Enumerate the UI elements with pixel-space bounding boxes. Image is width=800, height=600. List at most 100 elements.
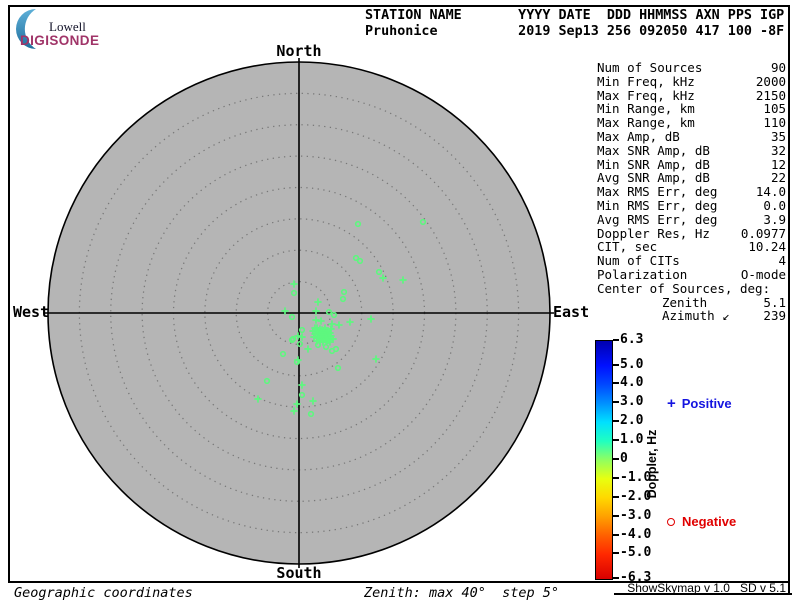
colorbar-tick — [613, 577, 619, 579]
stat-row: Num of Sources 90 — [597, 61, 786, 75]
stat-value: O-mode — [741, 268, 786, 282]
colorbar-tick-label: 0 — [620, 452, 628, 466]
stat-value: 12 — [771, 158, 786, 172]
stat-label: Min Freq, kHz — [597, 75, 695, 89]
stat-label: Max Range, km — [597, 116, 695, 130]
skymap-plot — [41, 55, 557, 571]
stat-row: Max Amp, dB 35 — [597, 130, 786, 144]
colorbar-tick — [613, 364, 619, 366]
colorbar-tick-label: 5.0 — [620, 358, 643, 372]
stat-row: Max SNR Amp, dB 32 — [597, 144, 786, 158]
stat-value: 0.0 — [763, 199, 786, 213]
compass-north-label: North — [276, 42, 321, 60]
doppler-colorbar — [595, 340, 613, 580]
stat-value: 4 — [778, 254, 786, 268]
logo-digisonde-text: DIGISONDE — [20, 33, 99, 48]
stat-label: Num of Sources — [597, 61, 702, 75]
colorbar-tick — [613, 496, 619, 498]
stat-row: Min RMS Err, deg 0.0 — [597, 199, 786, 213]
plus-symbol-icon: + — [667, 395, 676, 412]
stat-label: Min RMS Err, deg — [597, 199, 717, 213]
stat-value: 90 — [771, 61, 786, 75]
colorbar-tick — [613, 420, 619, 422]
stat-label: Max Freq, kHz — [597, 89, 695, 103]
stat-value: 105 — [763, 102, 786, 116]
stat-label: Azimuth ↙ — [597, 309, 730, 323]
colorbar-tick-label: 4.0 — [620, 376, 643, 390]
compass-south-label: South — [276, 564, 321, 582]
colorbar-tick-label: 2.0 — [620, 414, 643, 428]
stat-label: Avg RMS Err, deg — [597, 213, 717, 227]
stat-label: Max SNR Amp, dB — [597, 144, 710, 158]
colorbar-tick — [613, 401, 619, 403]
stat-row: Avg RMS Err, deg 3.9 — [597, 213, 786, 227]
compass-east-label: East — [553, 303, 589, 321]
stat-row: Azimuth ↙ 239 — [597, 309, 786, 323]
colorbar-tick — [613, 515, 619, 517]
stat-row: Min SNR Amp, dB12 — [597, 158, 786, 172]
circle-symbol-icon — [667, 518, 675, 526]
stat-label: Max Amp, dB — [597, 130, 680, 144]
stat-label: Polarization — [597, 268, 687, 282]
colorbar-tick-label: -4.0 — [620, 528, 651, 542]
colorbar-tick — [613, 382, 619, 384]
colorbar-tick — [613, 339, 619, 341]
header-values-row: Pruhonice 2019 Sep13 256 092050 417 100 … — [365, 24, 784, 40]
stat-value: 0.0977 — [741, 227, 786, 241]
stat-row: Zenith 5.1 — [597, 296, 786, 310]
stat-row: Polarization O-mode — [597, 268, 786, 282]
legend-positive: + Positive — [667, 395, 732, 412]
stat-value: 2000 — [756, 75, 786, 89]
stat-row: Max Freq, kHz 2150 — [597, 89, 786, 103]
zenith-scale-note: Zenith: max 40° step 5° — [364, 585, 559, 600]
stat-label: CIT, sec — [597, 240, 657, 254]
footer-right-edge — [788, 583, 790, 595]
stat-value: 22 — [771, 171, 786, 185]
stat-value: 10.24 — [748, 240, 786, 254]
stat-value: 3.9 — [763, 213, 786, 227]
stat-row: Max Range, km 110 — [597, 116, 786, 130]
stat-value: 239 — [763, 309, 786, 323]
stat-value: 2150 — [756, 89, 786, 103]
measurement-stats-panel: Num of Sources90Min Freq, kHz2000Max Fre… — [597, 61, 786, 323]
stat-row: Avg SNR Amp, dB 22 — [597, 171, 786, 185]
legend-positive-label: Positive — [682, 396, 732, 411]
stat-label: Doppler Res, Hz — [597, 227, 710, 241]
stat-row: Min Freq, kHz 2000 — [597, 75, 786, 89]
showskymap-window: Lowell DIGISONDE STATION NAME YYYY DATE … — [0, 0, 800, 600]
colorbar-tick-label: 3.0 — [620, 395, 643, 409]
colorbar-tick — [613, 439, 619, 441]
lowell-digisonde-logo: Lowell DIGISONDE — [10, 7, 120, 49]
colorbar-tick-label: -3.0 — [620, 509, 651, 523]
stat-label: Center of Sources, deg: — [597, 282, 770, 296]
stat-row: CIT, sec 10.24 — [597, 240, 786, 254]
stat-value: 110 — [763, 116, 786, 130]
footer-underline — [614, 593, 792, 595]
colorbar-tick — [613, 458, 619, 460]
legend-negative: Negative — [667, 514, 736, 529]
colorbar-axis-label: Doppler, Hz — [645, 430, 659, 499]
stat-row: Max RMS Err, deg14.0 — [597, 185, 786, 199]
stat-row: Center of Sources, deg: — [597, 282, 786, 296]
stat-row: Min Range, km 105 — [597, 102, 786, 116]
colorbar-tick — [613, 534, 619, 536]
stat-label: Avg SNR Amp, dB — [597, 171, 710, 185]
stat-value: 35 — [771, 130, 786, 144]
stat-label: Zenith — [597, 296, 707, 310]
compass-west-label: West — [13, 303, 49, 321]
stat-value: 32 — [771, 144, 786, 158]
stat-row: Doppler Res, Hz 0.0977 — [597, 227, 786, 241]
colorbar-tick — [613, 477, 619, 479]
legend-negative-label: Negative — [682, 514, 736, 529]
coordinates-note: Geographic coordinates — [14, 585, 193, 600]
header-columns-row: STATION NAME YYYY DATE DDD HHMMSS AXN PP… — [365, 8, 784, 24]
stat-label: Num of CITs — [597, 254, 680, 268]
colorbar-tick-label: -5.0 — [620, 546, 651, 560]
colorbar-tick-label: 1.0 — [620, 433, 643, 447]
stat-label: Min Range, km — [597, 102, 695, 116]
stat-row: Num of CITs 4 — [597, 254, 786, 268]
colorbar-tick-label: 6.3 — [620, 333, 643, 347]
colorbar-tick — [613, 552, 619, 554]
stat-value: 14.0 — [756, 185, 786, 199]
stat-value: 5.1 — [763, 296, 786, 310]
